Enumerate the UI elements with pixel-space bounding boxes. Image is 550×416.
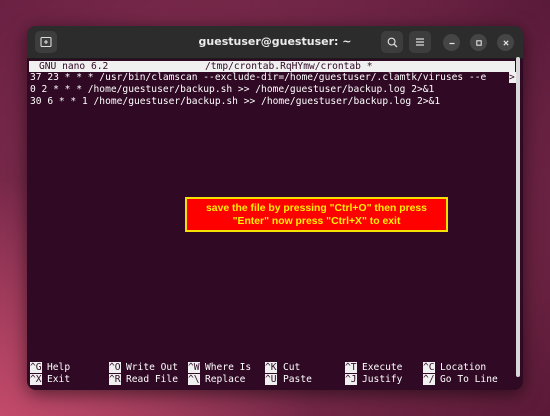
shortcut-label-replace: Replace bbox=[205, 374, 246, 385]
shortcut-key-read-file: ^R bbox=[109, 374, 121, 385]
shortcut-label-where-is: Where Is bbox=[205, 362, 252, 373]
shortcut-label-write-out: Write Out bbox=[126, 362, 178, 373]
shortcut-key-exit: ^X bbox=[30, 374, 42, 385]
shortcut-key-write-out: ^O bbox=[109, 362, 121, 373]
shortcut-key-justify: ^J bbox=[345, 374, 357, 385]
shortcut-key-replace: ^\ bbox=[188, 374, 200, 385]
shortcut-key-cut: ^K bbox=[265, 362, 277, 373]
minimize-icon bbox=[449, 42, 454, 44]
terminal-scrollbar[interactable] bbox=[516, 57, 520, 377]
editor-line-1[interactable]: 37 23 * * * /usr/bin/clamscan --exclude-… bbox=[30, 72, 486, 84]
annotation-line-1: save the file by pressing "Ctrl+O" then … bbox=[206, 202, 427, 214]
title-bar: guestuser@guestuser: ~ bbox=[27, 26, 523, 59]
editor-line-2[interactable]: 0 2 * * * /home/guestuser/backup.sh >> /… bbox=[30, 84, 434, 96]
shortcut-label-cut: Cut bbox=[283, 362, 301, 373]
shortcut-key-where-is: ^W bbox=[188, 362, 200, 373]
search-icon bbox=[387, 37, 397, 47]
line-truncation-marker: > bbox=[509, 72, 516, 83]
annotation-line-2: "Enter" now press "Ctrl+X" to exit bbox=[232, 215, 401, 227]
close-icon bbox=[502, 39, 509, 46]
shortcut-key-location: ^C bbox=[423, 362, 435, 373]
shortcut-label-help: Help bbox=[47, 362, 71, 373]
shortcut-label-exit: Exit bbox=[47, 374, 71, 385]
editor-line-3[interactable]: 30 6 * * 1 /home/guestuser/backup.sh >> … bbox=[30, 96, 440, 108]
shortcut-label-justify: Justify bbox=[362, 374, 403, 385]
maximize-icon bbox=[475, 39, 482, 46]
maximize-button[interactable] bbox=[470, 34, 487, 51]
search-button[interactable] bbox=[381, 31, 403, 53]
shortcut-label-execute: Execute bbox=[362, 362, 403, 373]
nano-version: GNU nano 6.2 bbox=[39, 61, 109, 72]
nano-header-bar: GNU nano 6.2 /tmp/crontab.RqHYmw/crontab… bbox=[29, 61, 515, 72]
nano-filename: /tmp/crontab.RqHYmw/crontab * bbox=[205, 61, 373, 72]
menu-button[interactable] bbox=[409, 31, 431, 53]
shortcut-key-help: ^G bbox=[30, 362, 42, 373]
hamburger-menu-icon bbox=[416, 38, 424, 46]
shortcut-key-paste: ^U bbox=[265, 374, 277, 385]
shortcut-key-execute: ^T bbox=[345, 362, 357, 373]
instruction-annotation: save the file by pressing "Ctrl+O" then … bbox=[185, 197, 448, 232]
shortcut-label-read-file: Read File bbox=[126, 374, 178, 385]
close-button[interactable] bbox=[497, 34, 514, 51]
minimize-button[interactable] bbox=[443, 34, 460, 51]
shortcut-label-go-to-line: Go To Line bbox=[440, 374, 498, 385]
shortcut-label-paste: Paste bbox=[283, 374, 312, 385]
shortcut-label-location: Location bbox=[440, 362, 487, 373]
shortcut-key-go-to-line: ^/ bbox=[423, 374, 435, 385]
